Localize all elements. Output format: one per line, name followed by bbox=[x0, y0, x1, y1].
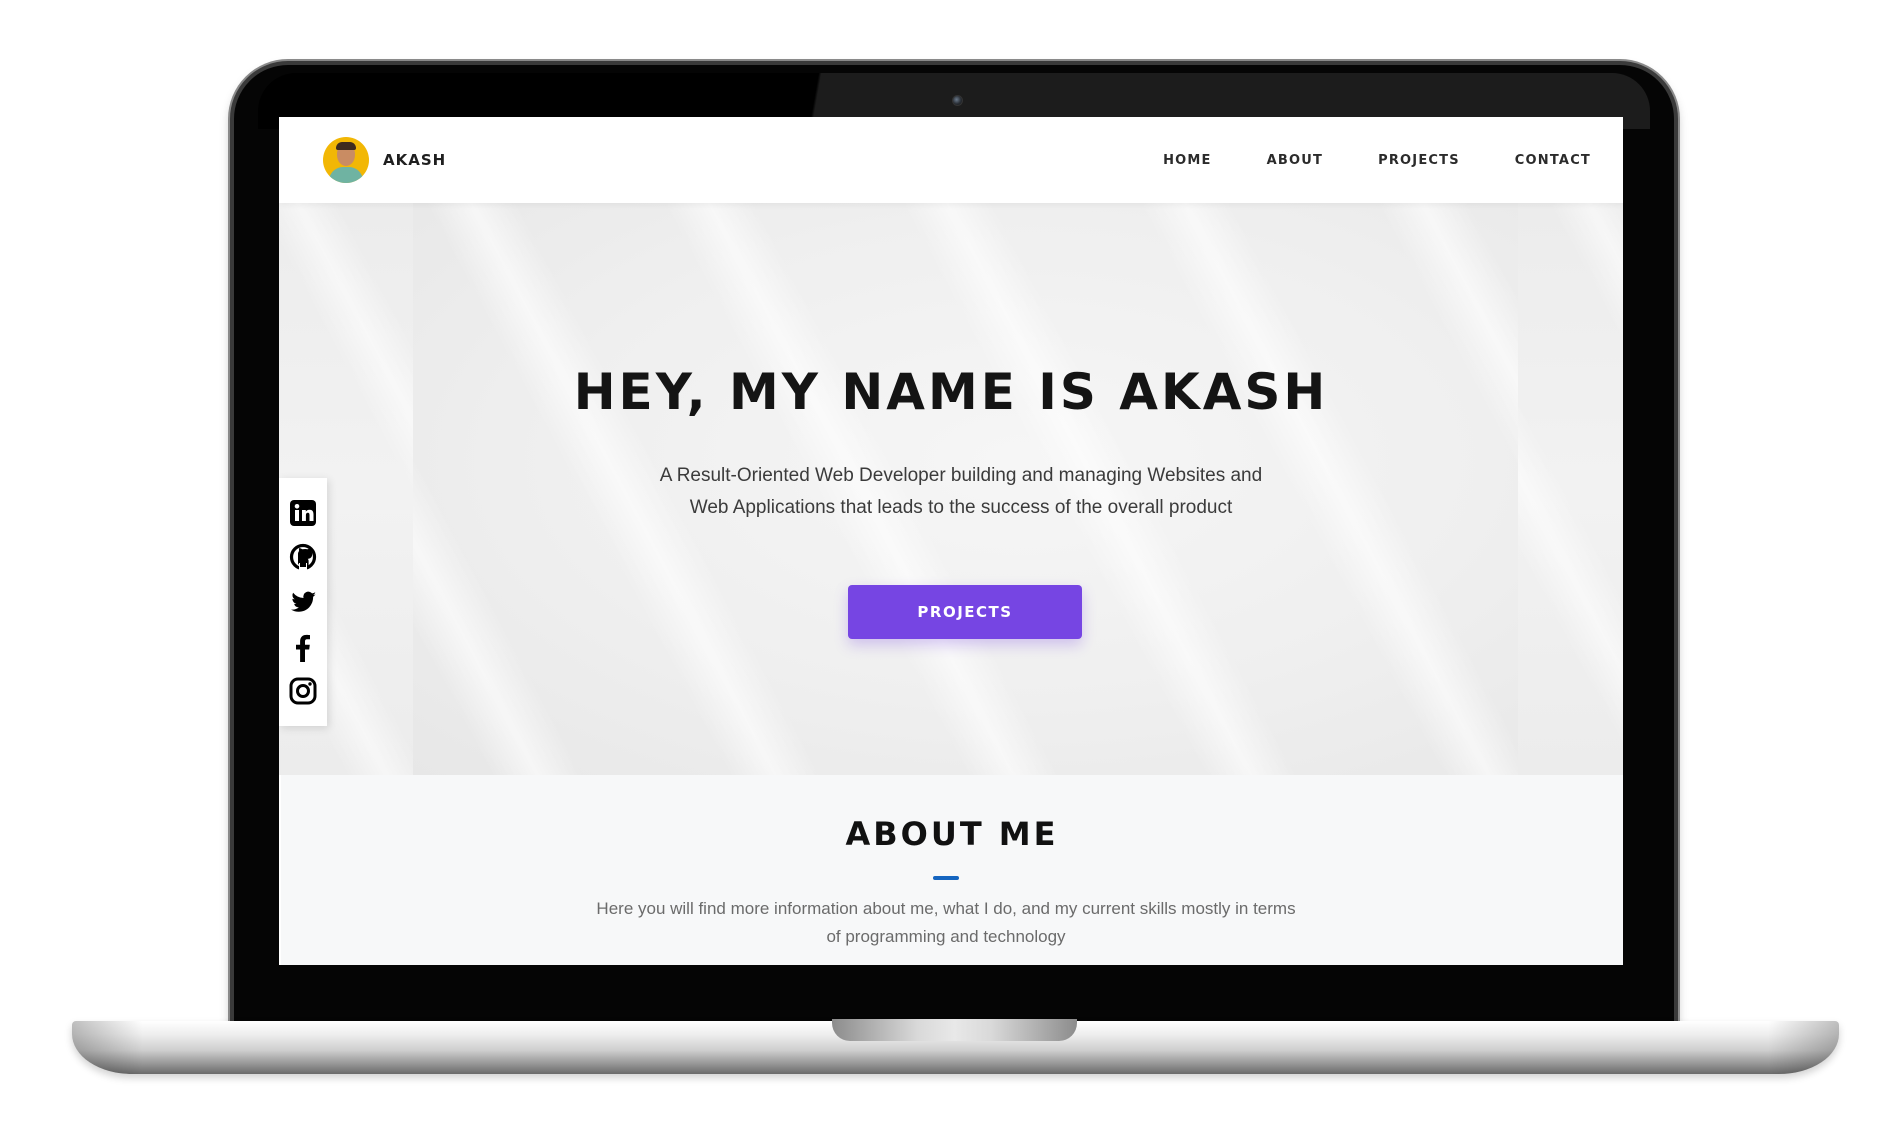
instagram-icon[interactable] bbox=[287, 675, 319, 707]
nav-projects[interactable]: PROJECTS bbox=[1378, 145, 1460, 176]
github-icon[interactable] bbox=[287, 541, 319, 573]
brand-name: AKASH bbox=[383, 151, 447, 169]
hero-subtitle: A Result-Oriented Web Developer building… bbox=[659, 465, 1263, 518]
about-text: Here you will find more information abou… bbox=[596, 899, 1296, 946]
hero-title: HEY, MY NAME IS AKASH bbox=[573, 363, 1329, 421]
twitter-icon[interactable] bbox=[287, 586, 319, 618]
laptop-screen: AKASH HOME ABOUT PROJECTS CONTACT HEY, M… bbox=[279, 117, 1623, 965]
avatar bbox=[323, 137, 369, 183]
about-title: ABOUT ME bbox=[845, 815, 1059, 853]
about-section: ABOUT ME Here you will find more informa… bbox=[281, 775, 1623, 965]
projects-button[interactable]: PROJECTS bbox=[848, 585, 1082, 639]
hero-section: HEY, MY NAME IS AKASH A Result-Oriented … bbox=[279, 203, 1623, 775]
title-underline bbox=[933, 876, 959, 880]
nav-contact[interactable]: CONTACT bbox=[1515, 145, 1591, 176]
facebook-icon[interactable] bbox=[287, 631, 319, 663]
nav-about[interactable]: ABOUT bbox=[1267, 145, 1323, 176]
laptop-notch bbox=[832, 1019, 1077, 1041]
social-sidebar bbox=[279, 478, 327, 726]
brand[interactable]: AKASH bbox=[323, 137, 446, 183]
site-header: AKASH HOME ABOUT PROJECTS CONTACT bbox=[279, 117, 1623, 203]
linkedin-icon[interactable] bbox=[287, 497, 319, 529]
main-nav: HOME ABOUT PROJECTS CONTACT bbox=[1108, 145, 1591, 176]
nav-home[interactable]: HOME bbox=[1163, 145, 1212, 176]
camera-icon bbox=[952, 95, 963, 106]
